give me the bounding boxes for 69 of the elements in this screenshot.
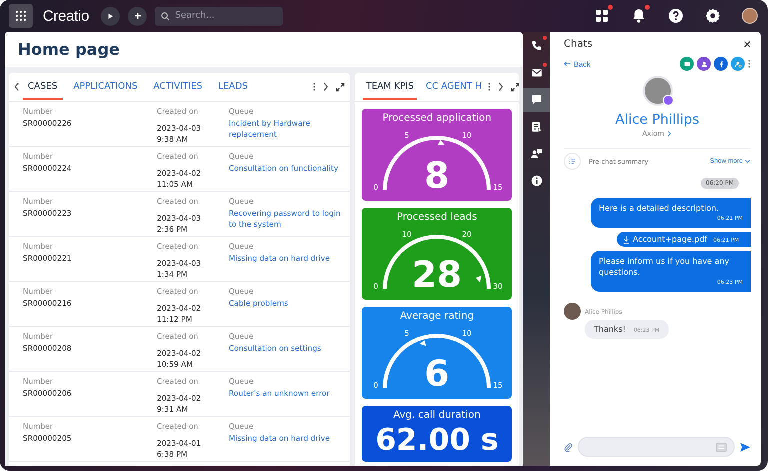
contact-people-icon (530, 148, 542, 160)
download-icon (623, 236, 630, 244)
chat-bubble-icon (530, 94, 542, 106)
close-icon (744, 41, 751, 48)
kpi-title: Average rating (400, 311, 474, 322)
tab[interactable]: CC AGENT H (423, 74, 485, 100)
chevron-down-icon (745, 159, 751, 164)
panel-title: Chats (564, 39, 593, 50)
tab[interactable]: ACTIVITIES (148, 74, 208, 100)
settings-icon[interactable] (705, 8, 721, 24)
agent-channel-button[interactable] (731, 57, 745, 71)
message-channel-button[interactable] (680, 57, 694, 71)
expand-icon[interactable] (336, 82, 346, 92)
message-text: Please inform us if you have any questions. (599, 256, 730, 278)
app-launcher-button[interactable] (9, 4, 33, 28)
kpi-value: 8 (424, 156, 450, 196)
facebook-channel-button[interactable] (714, 57, 728, 71)
send-icon[interactable] (740, 442, 751, 452)
message-text: Here is a detailed description. (599, 203, 720, 214)
help-icon[interactable] (668, 8, 684, 24)
logo: Creatio (43, 8, 90, 24)
tab[interactable]: CASES (23, 74, 63, 100)
message-text: Thanks! (594, 325, 626, 334)
kpi-value: 6 (424, 354, 450, 394)
more-options-icon[interactable] (488, 82, 491, 92)
messenger-badge (662, 95, 674, 106)
close-button[interactable] (744, 41, 751, 48)
contact-channel-button[interactable] (697, 57, 711, 71)
chevron-right-icon[interactable] (667, 131, 672, 137)
message-input-field[interactable] (578, 437, 735, 457)
document-icon (530, 121, 542, 133)
kpi-title: Processed leads (397, 212, 478, 223)
play-icon (107, 12, 114, 20)
more-options-icon[interactable] (313, 82, 316, 92)
message-channel-icon (682, 60, 692, 68)
apps-grid-icon[interactable] (594, 8, 610, 24)
paperclip-icon[interactable] (564, 442, 573, 452)
tab[interactable]: TEAM KPIS (363, 74, 417, 100)
run-process-button[interactable] (101, 6, 120, 26)
expand-icon[interactable] (510, 82, 519, 92)
plus-icon (134, 12, 142, 20)
kpi-value: 28 (412, 255, 462, 295)
user-avatar[interactable] (742, 8, 758, 24)
kpi-value: 62.00 s (376, 423, 499, 458)
contact-channel-icon (700, 60, 708, 68)
phone-icon (530, 40, 542, 52)
contact-name: Alice Phillips (615, 112, 700, 128)
chevron-right-icon[interactable] (323, 82, 330, 92)
add-button[interactable] (128, 6, 148, 26)
tab[interactable]: LEADS (213, 74, 253, 100)
agent-channel-icon (734, 60, 742, 68)
file-link[interactable]: Account+page.pdf (623, 235, 708, 244)
chevron-right-icon[interactable] (498, 82, 504, 92)
kpi-title: Processed application (382, 113, 492, 124)
search-field[interactable]: Search... (155, 6, 284, 26)
sidebar-item[interactable] (523, 88, 550, 112)
page-title: Home page (18, 40, 120, 59)
arrow-left-icon (564, 61, 571, 67)
dots-grid-icon (15, 10, 27, 22)
mail-icon (530, 67, 542, 79)
kpi-title: Avg. call duration (394, 410, 481, 421)
sender-avatar (564, 303, 581, 320)
search-icon (161, 12, 170, 20)
more-options-icon[interactable] (748, 59, 751, 69)
notification-bell-icon[interactable] (631, 8, 647, 24)
info-icon (530, 175, 542, 187)
list-icon (569, 158, 576, 165)
chevron-left-icon[interactable] (14, 82, 20, 92)
tab[interactable]: APPLICATIONS (68, 74, 143, 100)
